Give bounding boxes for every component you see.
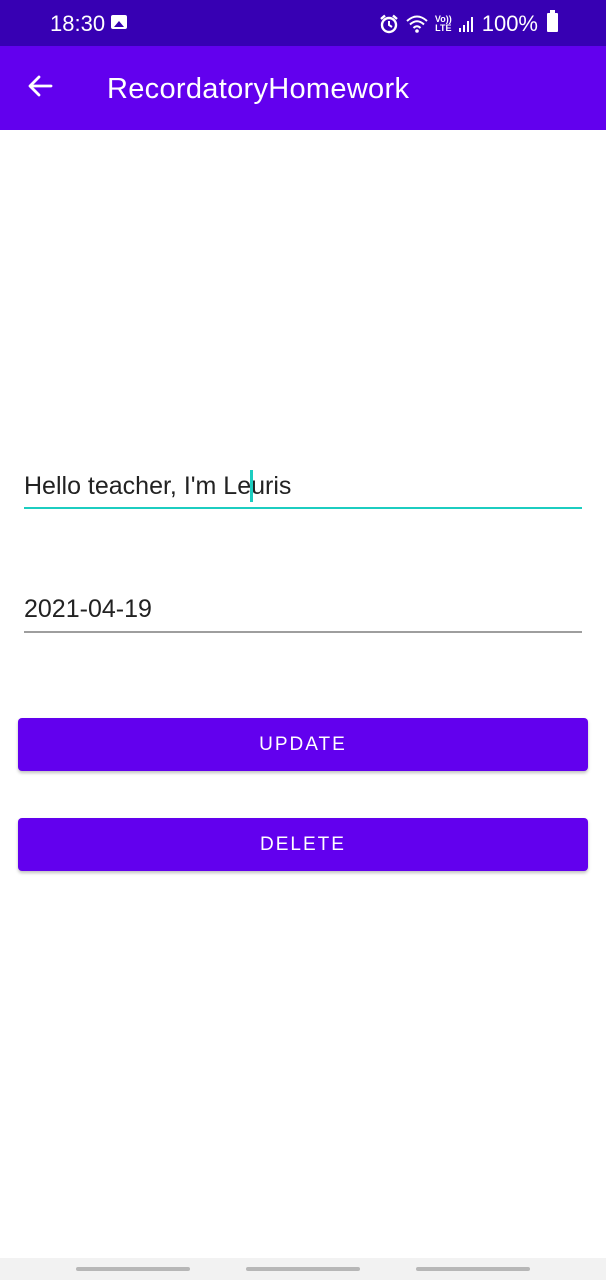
nav-back-button[interactable]: [416, 1267, 530, 1271]
back-button[interactable]: [20, 68, 60, 108]
alarm-icon: [379, 14, 399, 34]
delete-button[interactable]: Delete: [18, 818, 588, 871]
wifi-icon: [405, 14, 429, 34]
app-title: RecordatoryHomework: [107, 73, 410, 105]
update-button[interactable]: Update: [18, 718, 588, 771]
signal-icon: [458, 14, 476, 34]
field-underline: [24, 631, 582, 633]
nav-home-button[interactable]: [246, 1267, 360, 1271]
screen: 18:30 Vo)) LTE 100% RecordatoryHomework …: [0, 0, 606, 1280]
date-field[interactable]: [24, 591, 582, 633]
system-nav-bar: [0, 1258, 606, 1280]
field-underline-focused: [24, 507, 582, 509]
nav-recents-button[interactable]: [76, 1267, 190, 1271]
status-icons: Vo)) LTE 100%: [379, 10, 560, 38]
app-bar: RecordatoryHomework: [0, 46, 606, 130]
homework-text-field[interactable]: [24, 468, 582, 509]
status-bar: 18:30 Vo)) LTE 100%: [0, 0, 606, 46]
battery-percentage: 100%: [481, 11, 538, 36]
arrow-left-icon: [27, 75, 53, 102]
volte-icon: Vo)) LTE: [435, 15, 452, 33]
homework-text-input[interactable]: [24, 468, 582, 504]
volte-bottom-label: LTE: [435, 23, 452, 33]
text-cursor: [250, 470, 253, 502]
status-time: 18:30: [50, 11, 106, 36]
gallery-icon: [111, 15, 127, 29]
date-input[interactable]: [24, 591, 582, 627]
battery-icon: [547, 10, 558, 32]
